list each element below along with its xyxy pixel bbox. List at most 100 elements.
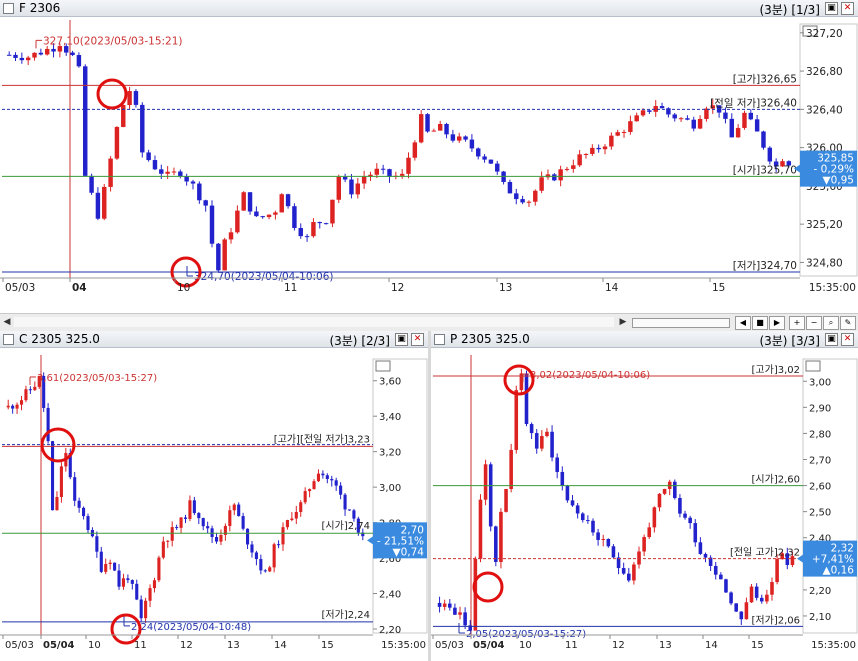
futures-candle-chart[interactable]: 327,20326,80326,40326,00325,60325,20324,… [0,16,858,313]
candle [24,389,28,401]
x-tick-label: 15 [321,640,334,651]
candle [330,478,334,481]
candle [184,176,189,182]
candle [349,179,354,195]
settings-icon[interactable]: ✎ [840,316,856,330]
candle [285,520,289,528]
zoom-slider[interactable] [632,318,730,328]
candle [133,91,139,105]
candle [299,502,303,513]
close-icon[interactable]: ✕ [841,2,854,15]
candle [108,158,113,187]
axis-toggle-icon [375,360,391,372]
candle [228,510,232,526]
next-icon[interactable]: ▶ [769,316,785,330]
candle [560,471,565,486]
chart-scrollbar[interactable]: ◀ ▶ ◀ ■ ▶ + − ⌕ ✎ [0,313,858,332]
candle [591,520,595,533]
candle [237,504,241,517]
close-icon[interactable]: ✕ [411,333,424,346]
scroll-right-icon[interactable]: ▶ [617,316,629,328]
prev-high-annotation: [전일 고가]2,32 [730,547,800,559]
candle [463,136,468,140]
candle [247,192,253,212]
highlight-circle [96,78,128,110]
y-tick-label: 326,40 [806,104,843,116]
candle [76,55,82,67]
maximize-icon[interactable]: ▣ [395,333,408,346]
zoom-out-icon[interactable]: − [806,316,822,330]
call-candle-chart[interactable]: 3,603,403,203,002,802,602,402,20[고가][전일 … [0,347,428,661]
futures-checkbox[interactable] [3,3,14,14]
candle [767,147,773,162]
scroll-track[interactable] [14,317,614,327]
candle [259,559,263,571]
x-tick-label: 05/03 [5,282,35,294]
candle [95,536,99,552]
candle [596,147,601,150]
candle [431,130,437,132]
stop-icon[interactable]: ■ [752,316,768,330]
futures-period: (3분) [759,3,788,17]
scroll-left-icon[interactable]: ◀ [1,316,13,328]
search-icon[interactable]: ⌕ [823,316,839,330]
candle [586,520,590,522]
candle [583,153,589,155]
candle [632,564,636,581]
put-candle-chart[interactable]: 3,002,902,802,702,602,502,402,302,202,10… [431,347,858,661]
min-marker-label: 324,70(2023/05/04-10:06) [194,271,334,283]
candle [139,599,143,619]
candle [99,551,103,572]
zoom-in-icon[interactable]: + [789,316,805,330]
candle [615,132,620,136]
candle [95,192,101,219]
max-marker-label: 327,10(2023/05/03-15:21) [43,35,183,47]
candle [135,583,139,600]
candle [179,517,183,528]
put-title: P 2305 325.0 [450,332,530,346]
axis-toggle-icon [805,360,821,372]
candle [117,570,121,587]
candle [713,565,718,575]
candle [628,121,633,132]
candle [19,57,25,61]
y-tick-label: 3,00 [809,377,831,388]
high-annotation: [고가]326,65 [733,73,797,85]
candle [450,134,456,141]
candle [152,580,157,589]
candle [51,48,56,52]
x-axis-end-time: 15:35:00 [381,640,426,651]
candle [437,602,442,607]
maximize-icon[interactable]: ▣ [825,2,838,15]
candle [444,123,449,135]
candle [77,500,81,508]
candle [463,612,467,626]
close-icon[interactable]: ✕ [841,333,854,346]
candle [303,491,307,503]
futures-page: [1/3] [791,3,820,17]
candle [412,142,418,158]
candle [241,192,246,211]
candle [640,110,646,116]
candle [691,119,696,129]
maximize-icon[interactable]: ▣ [825,333,838,346]
candle [113,562,117,571]
candle [406,157,411,174]
prev-icon[interactable]: ◀ [735,316,751,330]
candle [647,527,652,538]
call-checkbox[interactable] [3,334,14,345]
put-page: [3/3] [791,334,820,348]
candle [321,473,325,476]
put-titlebar: P 2305 325.0 (3분) [3/3] ▣ ✕ [431,331,858,348]
candle [761,131,766,148]
put-checkbox[interactable] [434,334,445,345]
y-tick-label: 325,20 [806,219,843,231]
candle [317,222,322,224]
candle [652,507,657,528]
candle [159,169,164,174]
candle [82,507,86,517]
y-tick-label: 3,20 [379,448,401,459]
candle [596,532,600,540]
y-tick-label: 2,70 [809,455,831,466]
futures-title: F 2306 [19,1,61,15]
